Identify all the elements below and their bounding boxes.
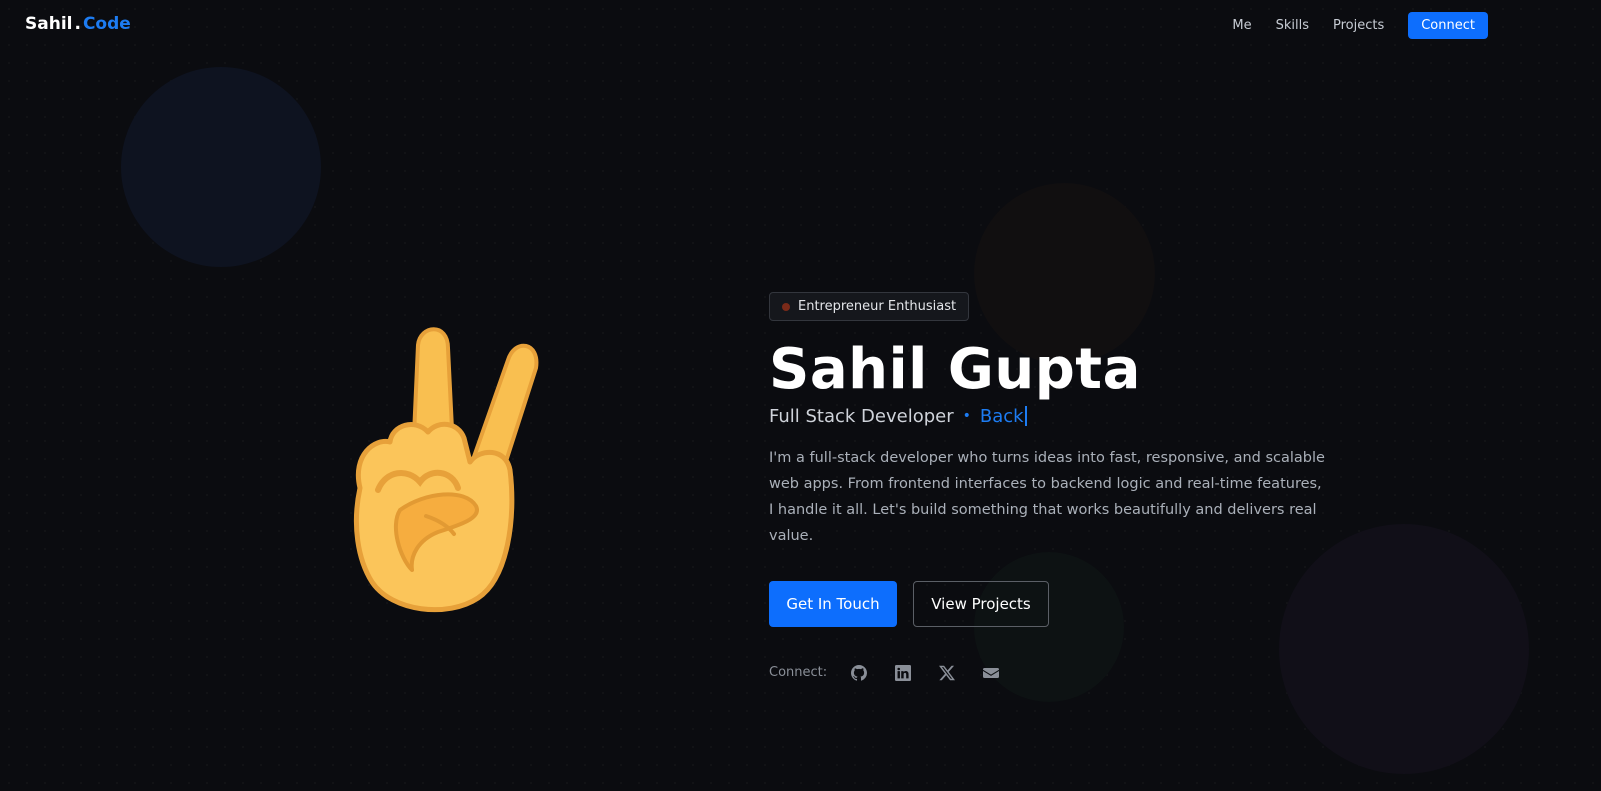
status-badge: Entrepreneur Enthusiast: [769, 292, 970, 321]
connect-button[interactable]: Connect: [1408, 12, 1488, 39]
get-in-touch-button[interactable]: Get In Touch: [769, 580, 897, 627]
badge-label: Entrepreneur Enthusiast: [798, 299, 957, 314]
typed-text: Back: [979, 405, 1024, 427]
mail-icon[interactable]: [979, 661, 1003, 685]
logo-first: Sahil: [25, 14, 73, 34]
logo-dot: .: [74, 14, 81, 34]
typing-caret: [1024, 406, 1027, 427]
nav-link-skills[interactable]: Skills: [1276, 18, 1309, 33]
top-navbar: Sahil. Code Me Skills Projects Connect: [0, 0, 1601, 52]
github-icon[interactable]: [847, 661, 871, 685]
role-text: Full Stack Developer: [769, 405, 954, 427]
view-projects-button[interactable]: View Projects: [913, 580, 1049, 627]
hero-role: Full Stack Developer • Back: [769, 406, 1329, 427]
nav-link-projects[interactable]: Projects: [1333, 18, 1384, 33]
victory-hand-icon: [330, 320, 550, 620]
hero-content: Entrepreneur Enthusiast Sahil Gupta Full…: [769, 292, 1329, 685]
hero-name: Sahil Gupta: [769, 337, 1141, 402]
badge-dot-icon: [782, 302, 790, 311]
social-connect: Connect:: [769, 661, 1329, 685]
connect-label: Connect:: [769, 665, 828, 681]
x-icon[interactable]: [935, 661, 959, 685]
background-circle: [121, 67, 321, 267]
logo-second: Code: [82, 14, 131, 34]
hero-actions: Get In Touch View Projects: [769, 580, 1329, 627]
site-logo[interactable]: Sahil. Code: [25, 14, 131, 34]
hero-description: I'm a full-stack developer who turns ide…: [769, 449, 1325, 544]
linkedin-icon[interactable]: [891, 661, 915, 685]
role-separator: •: [962, 408, 971, 425]
nav-links: Me Skills Projects Connect: [1232, 12, 1488, 39]
nav-link-me[interactable]: Me: [1232, 18, 1251, 33]
